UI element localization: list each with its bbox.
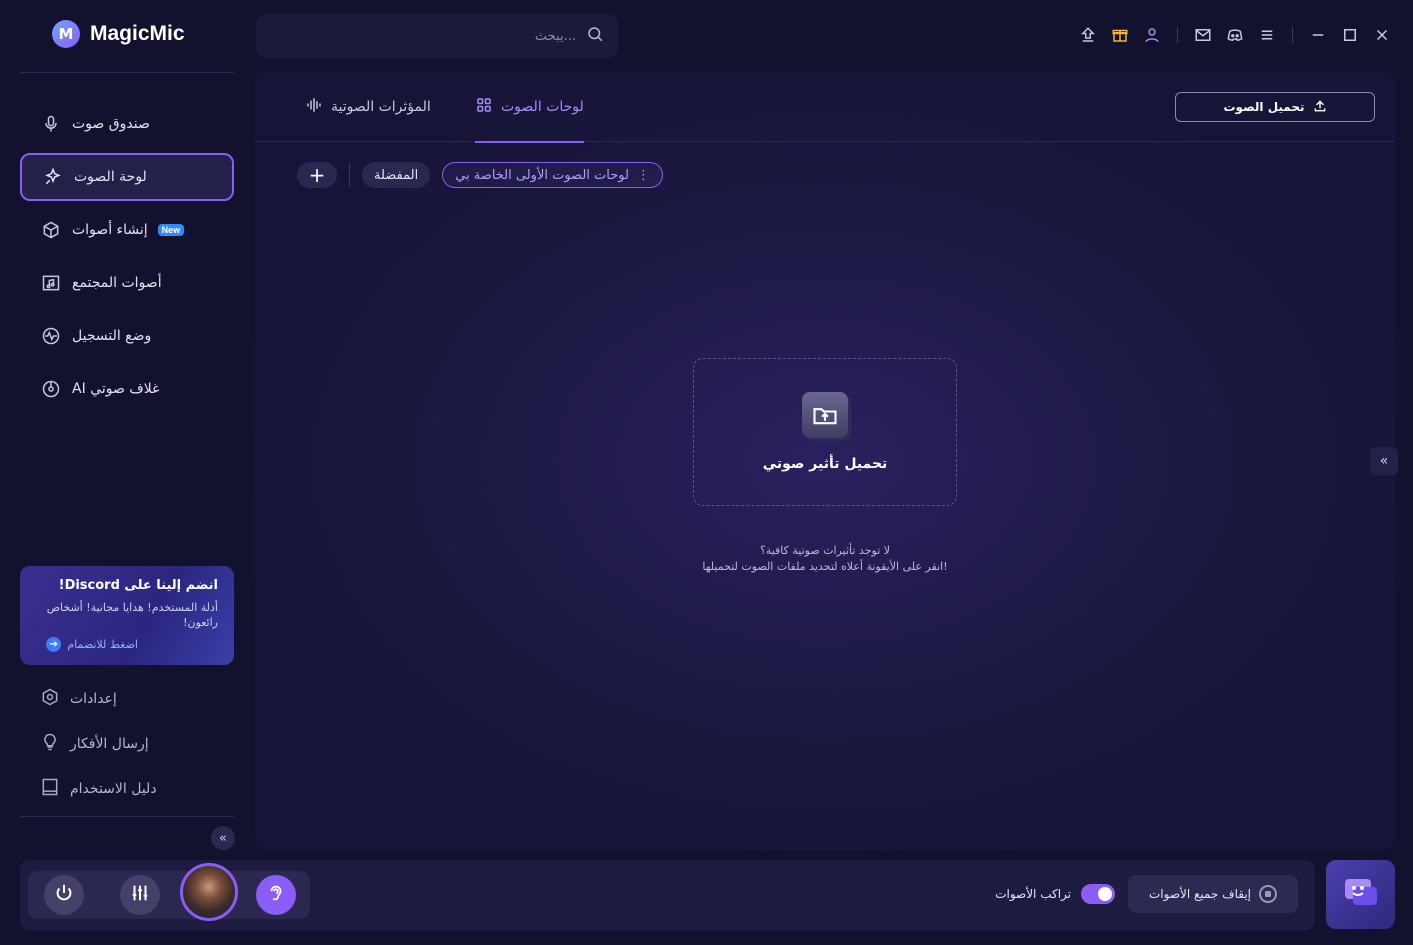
sidebar-item-soundboard[interactable]: لوحة الصوت <box>20 153 234 201</box>
hear-myself-button[interactable] <box>256 875 296 915</box>
sidebar-item-ai-cover[interactable]: AI غلاف صوتي <box>20 365 234 413</box>
discord-promo-card[interactable]: انضم إلينا على Discord! أدلة المستخدم! ه… <box>20 566 234 665</box>
upgrade-icon[interactable] <box>1077 24 1099 46</box>
sidebar-item-settings[interactable]: إعدادات <box>20 676 234 721</box>
equalizer-icon <box>129 882 151 908</box>
my-first-board-chip[interactable]: لوحات الصوت الأولى الخاصة بي ⋮ <box>442 162 663 188</box>
gift-icon[interactable] <box>1109 24 1131 46</box>
bottom-control-bar: تراكب الأصوات إيقاف جميع الأصوات <box>20 860 1315 930</box>
dropzone-label: تحميل تأثير صوتي <box>762 456 888 472</box>
voice-controls <box>28 863 310 921</box>
sidebar-item-label: لوحة الصوت <box>74 169 147 185</box>
tab-label: لوحات الصوت <box>501 99 584 115</box>
sidebar-nav: صندوق صوت لوحة الصوت إنشاء أصوات New أصو… <box>20 100 234 418</box>
sidebar-item-create-voices[interactable]: إنشاء أصوات New <box>20 206 234 254</box>
sidebar-item-record-mode[interactable]: وضع التسجيل <box>20 312 234 360</box>
chat-assistant-button[interactable] <box>1326 860 1395 929</box>
sidebar-bottom-nav: إعدادات إرسال الأفكار دليل الاستخدام <box>20 676 234 811</box>
toolbar-divider <box>1177 27 1178 43</box>
minimize-icon[interactable] <box>1307 24 1329 46</box>
app-logo: M MagicMic <box>52 20 185 48</box>
sidebar-item-label: صندوق صوت <box>72 116 150 132</box>
stop-all-label: إيقاف جميع الأصوات <box>1148 887 1252 901</box>
magicmic-logo-icon: M <box>52 20 80 48</box>
tab-bar: لوحات الصوت المؤثرات الصوتية تحميل الصوت <box>255 72 1395 143</box>
sidebar-item-label: إعدادات <box>70 690 117 707</box>
discord-icon[interactable] <box>1224 24 1246 46</box>
empty-hint-line-2: انقر على الأيقونة أعلاه لتحديد ملفات الص… <box>702 560 948 573</box>
arrow-right-icon: ➔ <box>46 636 62 652</box>
upload-icon <box>1313 99 1327 116</box>
upload-button-label: تحميل الصوت <box>1223 100 1305 114</box>
upload-sound-effect-dropzone[interactable]: تحميل تأثير صوتي <box>693 358 957 506</box>
waveform-icon <box>305 96 323 118</box>
microphone-icon <box>40 113 62 135</box>
sidebar-item-send-ideas[interactable]: إرسال الأفكار <box>20 721 234 766</box>
maximize-icon[interactable] <box>1339 24 1361 46</box>
search-input[interactable] <box>336 28 576 44</box>
music-folder-icon <box>40 272 62 294</box>
stop-all-sounds-button[interactable]: إيقاف جميع الأصوات <box>1128 875 1298 913</box>
menu-icon[interactable] <box>1256 24 1278 46</box>
tab-soundboards[interactable]: لوحات الصوت <box>475 72 584 143</box>
waveform-circle-icon <box>40 325 62 347</box>
power-button[interactable] <box>44 875 84 915</box>
voice-avatar[interactable] <box>180 863 238 921</box>
disc-icon <box>40 378 62 400</box>
collapse-sidebar-button[interactable]: « <box>211 826 235 850</box>
promo-title: انضم إلينا على Discord! <box>58 578 218 593</box>
mail-icon[interactable] <box>1192 24 1214 46</box>
empty-hint-line-1: لا توجد تأثيرات صوتية كافية؟ <box>759 544 891 557</box>
upload-sound-button[interactable]: تحميل الصوت <box>1175 92 1375 122</box>
power-icon <box>53 882 75 908</box>
add-board-button[interactable]: + <box>297 162 337 188</box>
overlap-label: تراكب الأصوات <box>995 887 1071 901</box>
tab-sound-effects[interactable]: المؤثرات الصوتية <box>305 72 431 142</box>
new-badge: New <box>157 224 185 236</box>
settings-hexagon-icon <box>40 687 60 711</box>
search-bar[interactable] <box>256 14 618 58</box>
lightbulb-icon <box>40 732 60 756</box>
expand-right-panel-button[interactable]: « <box>1370 447 1398 475</box>
account-icon[interactable] <box>1141 24 1163 46</box>
cube-icon <box>40 219 62 241</box>
promo-link-label: اضغط للانضمام <box>67 637 138 651</box>
sidebar-item-label: أصوات المجتمع <box>72 275 162 291</box>
board-chip-row: + المفضلة لوحات الصوت الأولى الخاصة بي ⋮ <box>297 162 663 188</box>
chip-divider <box>349 163 350 187</box>
window-toolbar <box>1077 24 1393 46</box>
sidebar-item-label: وضع التسجيل <box>72 328 152 344</box>
app-name: MagicMic <box>90 22 185 45</box>
more-options-icon[interactable]: ⋮ <box>637 168 650 183</box>
sidebar-item-user-guide[interactable]: دليل الاستخدام <box>20 766 234 811</box>
soundboard-panel: لوحات الصوت المؤثرات الصوتية تحميل الصوت… <box>255 72 1395 850</box>
mixer-button[interactable] <box>120 875 160 915</box>
promo-join-link[interactable]: اضغط للانضمام ➔ <box>36 636 218 652</box>
sidebar-divider <box>20 816 234 817</box>
sidebar-item-label: AI غلاف صوتي <box>72 381 160 397</box>
overlap-toggle[interactable] <box>1081 884 1115 904</box>
book-icon <box>40 777 60 801</box>
chat-bubble-icon <box>1341 873 1381 917</box>
sparkle-board-icon <box>42 166 64 188</box>
favorites-chip[interactable]: المفضلة <box>362 162 431 188</box>
tab-label: المؤثرات الصوتية <box>331 99 431 115</box>
sidebar-item-label: إرسال الأفكار <box>70 735 149 752</box>
logo-divider <box>20 72 234 73</box>
sidebar-item-label: دليل الاستخدام <box>70 780 157 797</box>
sidebar-item-community-voices[interactable]: أصوات المجتمع <box>20 259 234 307</box>
close-icon[interactable] <box>1371 24 1393 46</box>
stop-icon <box>1259 885 1278 903</box>
sound-overlap-setting: تراكب الأصوات <box>995 884 1115 904</box>
board-chip-label: لوحات الصوت الأولى الخاصة بي <box>455 167 629 183</box>
ear-icon <box>265 882 287 908</box>
sidebar-item-label: إنشاء أصوات <box>72 222 148 238</box>
toolbar-divider <box>1292 27 1293 43</box>
grid-icon <box>475 96 493 118</box>
promo-description: أدلة المستخدم! هدايا مجانية! أشخاص رائعو… <box>46 601 218 630</box>
search-icon[interactable] <box>586 25 604 47</box>
folder-upload-icon <box>802 392 848 438</box>
sidebar-item-voice-box[interactable]: صندوق صوت <box>20 100 234 148</box>
